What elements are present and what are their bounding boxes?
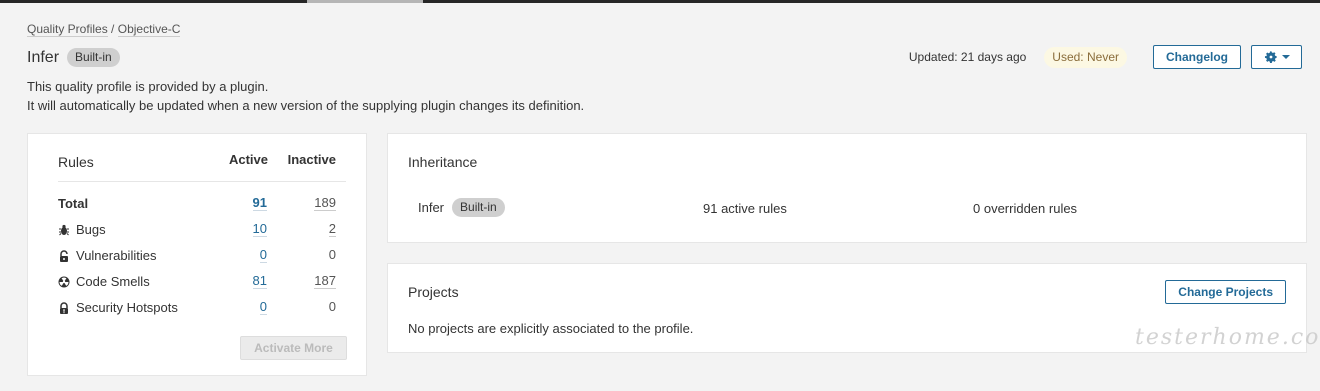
breadcrumb-language-link[interactable]: Objective-C — [117, 22, 181, 37]
profile-header-actions: Updated: 21 days ago Used: Never Changel… — [909, 45, 1302, 69]
code-smells-inactive-count[interactable]: 187 — [314, 274, 336, 289]
bugs-active-count[interactable]: 10 — [252, 222, 267, 237]
top-nav-active-indicator — [307, 0, 423, 3]
used-badge: Used: Never — [1044, 46, 1127, 68]
gear-icon — [1264, 51, 1277, 63]
breadcrumb-separator: / — [111, 22, 115, 36]
vulnerabilities-inactive-count: 0 — [328, 247, 336, 262]
updated-date: Updated: 21 days ago — [908, 50, 1027, 64]
projects-title: Projects — [408, 284, 459, 300]
profile-actions-dropdown[interactable] — [1251, 45, 1302, 69]
active-column-header: Active — [228, 152, 268, 167]
rule-label-wrap: Vulnerabilities — [58, 248, 156, 263]
rule-label-wrap: Bugs — [58, 222, 106, 237]
inactive-column-header: Inactive — [287, 152, 336, 167]
rules-card: Rules Active Inactive Total 91 189 Bugs … — [27, 133, 367, 376]
profile-description: This quality profile is provided by a pl… — [27, 77, 584, 115]
rules-row-vulnerabilities: Vulnerabilities 0 0 — [58, 246, 346, 266]
rule-label-wrap: Code Smells — [58, 274, 150, 289]
rule-label: Security Hotspots — [76, 300, 178, 315]
inheritance-active-rules: 91 active rules — [703, 201, 787, 216]
total-inactive-count[interactable]: 189 — [314, 196, 336, 211]
watermark: testerhome.com — [1135, 325, 1320, 350]
rules-title: Rules — [58, 154, 94, 170]
rule-label: Code Smells — [76, 274, 150, 289]
rules-row-total: Total 91 189 — [58, 194, 346, 214]
bug-icon — [59, 224, 69, 235]
rules-row-bugs: Bugs 10 2 — [58, 220, 346, 240]
description-line-2: It will automatically be updated when a … — [27, 98, 585, 113]
total-active-count[interactable]: 91 — [252, 196, 267, 211]
bugs-inactive-count[interactable]: 2 — [328, 222, 336, 237]
description-line-1: This quality profile is provided by a pl… — [27, 79, 269, 94]
inheritance-title: Inheritance — [408, 154, 478, 170]
lock-icon — [60, 249, 68, 262]
changelog-button[interactable]: Changelog — [1153, 45, 1241, 69]
rule-label: Vulnerabilities — [76, 248, 157, 263]
page-title: Infer — [27, 48, 60, 66]
breadcrumb-quality-profiles-link[interactable]: Quality Profiles — [27, 22, 108, 37]
profile-title-row: Infer Built-in — [27, 48, 120, 67]
chevron-down-icon — [1281, 55, 1290, 59]
security-hotspots-inactive-count: 0 — [328, 299, 336, 314]
change-projects-button[interactable]: Change Projects — [1165, 280, 1286, 304]
inheritance-profile-name: Infer — [418, 200, 445, 215]
breadcrumb: Quality Profiles / Objective-C — [27, 22, 181, 37]
rules-row-code-smells: Code Smells 81 187 — [58, 272, 346, 292]
radiation-icon — [58, 276, 70, 287]
rules-table-header: Rules Active Inactive — [58, 152, 346, 182]
top-nav-bar — [0, 0, 1320, 3]
inheritance-card: Inheritance Infer Built-in 91 active rul… — [387, 133, 1307, 243]
activate-more-button[interactable]: Activate More — [240, 336, 347, 360]
built-in-badge: Built-in — [452, 198, 505, 217]
code-smells-active-count[interactable]: 81 — [252, 274, 267, 289]
inheritance-profile: Infer Built-in — [418, 198, 505, 217]
inheritance-row: Infer Built-in 91 active rules 0 overrid… — [418, 198, 1298, 220]
rule-label: Bugs — [76, 222, 106, 237]
built-in-badge: Built-in — [67, 48, 120, 67]
rules-row-security-hotspots: Security Hotspots 0 0 — [58, 298, 346, 318]
inheritance-overridden-rules: 0 overridden rules — [973, 201, 1078, 216]
projects-empty-message: No projects are explicitly associated to… — [408, 321, 694, 336]
rule-label: Total — [58, 196, 89, 211]
rule-label-wrap: Security Hotspots — [58, 300, 178, 315]
vulnerabilities-active-count[interactable]: 0 — [259, 248, 267, 263]
hotspot-icon — [60, 301, 68, 314]
security-hotspots-active-count[interactable]: 0 — [259, 300, 267, 315]
